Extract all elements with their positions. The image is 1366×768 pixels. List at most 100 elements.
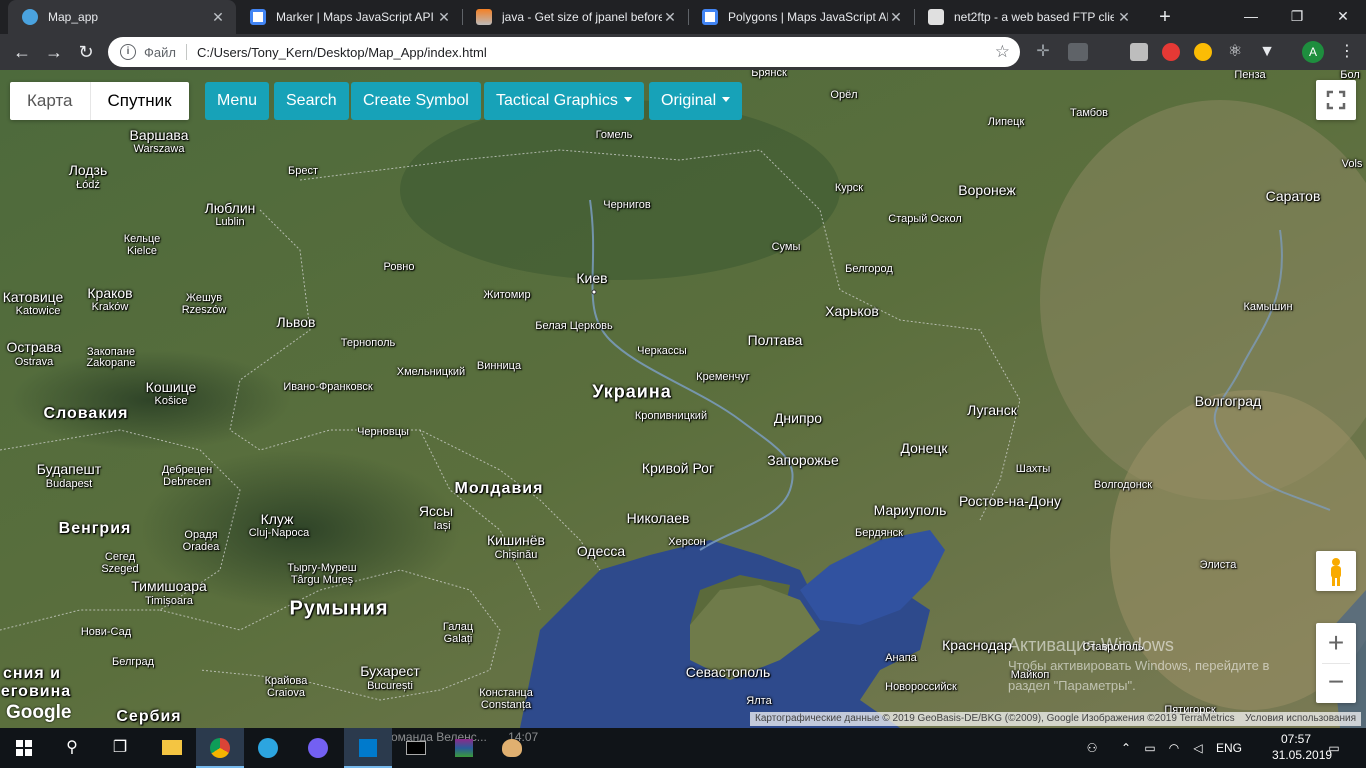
- system-clock[interactable]: 07:57 31.05.2019: [1272, 731, 1332, 763]
- extension-v-icon[interactable]: ▼: [1258, 43, 1276, 61]
- street-view-pegman-button[interactable]: [1316, 551, 1356, 591]
- people-icon[interactable]: ⚇: [1080, 728, 1104, 768]
- close-icon[interactable]: ✕: [888, 9, 904, 25]
- reload-icon[interactable]: ↻: [72, 38, 100, 66]
- tactical-graphics-dropdown[interactable]: Tactical Graphics: [484, 82, 644, 120]
- address-bar[interactable]: i Файл C:/Users/Tony_Kern/Desktop/Map_Ap…: [108, 37, 1020, 67]
- task-view-icon[interactable]: ❐: [96, 728, 144, 768]
- label-town: Тамбов: [1069, 107, 1109, 119]
- search-icon[interactable]: ⚲: [48, 728, 96, 768]
- label-town: Житомир: [483, 289, 531, 301]
- windows-logo-icon: [16, 740, 32, 756]
- restore-icon[interactable]: ❐: [1274, 0, 1320, 34]
- label-town: Волгодонск: [1093, 479, 1153, 491]
- label-town-latin: Constanța: [480, 699, 532, 711]
- tab-polygons[interactable]: Polygons | Maps JavaScript API ✕: [688, 0, 914, 34]
- windows-start-icon[interactable]: [0, 728, 48, 768]
- label-town: Белая Церковь: [535, 320, 613, 332]
- forward-arrow-icon[interactable]: →: [40, 38, 68, 66]
- close-window-icon[interactable]: ✕: [1320, 0, 1366, 34]
- wifi-icon[interactable]: ◠: [1164, 728, 1184, 768]
- label-city: Луганск: [967, 402, 1017, 418]
- label-city: Запорожье: [767, 452, 839, 468]
- map-type-map-button[interactable]: Карта: [10, 82, 90, 120]
- close-icon[interactable]: ✕: [1116, 9, 1132, 25]
- google-logo: Google: [6, 702, 72, 723]
- label-city: Бухарест: [360, 663, 420, 679]
- extension-gray-icon[interactable]: [1130, 43, 1148, 61]
- tab-title: Marker | Maps JavaScript API: [276, 10, 434, 24]
- extension-shield-icon[interactable]: [1162, 43, 1180, 61]
- label-city-latin: Lublin: [215, 216, 245, 228]
- map-canvas[interactable]: Украина Молдавия Румыния Словакия Венгри…: [0, 70, 1366, 728]
- label-city: Кельце: [123, 233, 161, 245]
- vscode-icon[interactable]: [344, 728, 392, 768]
- map-type-satellite-button[interactable]: Спутник: [89, 82, 189, 120]
- file-explorer-icon[interactable]: [148, 728, 196, 768]
- label-town: Гомель: [595, 129, 633, 141]
- volume-icon[interactable]: ◁: [1188, 728, 1208, 768]
- minimize-icon[interactable]: —: [1228, 0, 1274, 34]
- zoom-in-button[interactable]: +: [1316, 623, 1356, 663]
- label-serbia: Сербия: [116, 708, 182, 725]
- tab-net2ftp[interactable]: net2ftp - a web based FTP client ✕: [914, 0, 1142, 34]
- extension-atom-icon[interactable]: ⚛: [1226, 43, 1244, 61]
- menu-button[interactable]: Menu: [205, 82, 270, 120]
- extension-pen-icon[interactable]: [1068, 43, 1088, 61]
- fullscreen-button[interactable]: [1316, 80, 1356, 120]
- menu-kebab-icon[interactable]: ⋮: [1338, 43, 1356, 61]
- create-symbol-button[interactable]: Create Symbol: [351, 82, 481, 120]
- windows-activation-title: Активация Windows: [1008, 635, 1174, 655]
- stackoverflow-favicon-icon: [476, 9, 492, 25]
- viber-icon[interactable]: [294, 728, 342, 768]
- profile-avatar[interactable]: A: [1302, 41, 1324, 63]
- language-indicator[interactable]: ENG: [1212, 728, 1246, 768]
- paint-icon[interactable]: [488, 728, 536, 768]
- tab-stackoverflow[interactable]: java - Get size of jpanel before ✕: [462, 0, 688, 34]
- label-city: Николаев: [626, 510, 690, 526]
- chrome-taskbar-icon[interactable]: [196, 728, 244, 768]
- label-bosnia: сния и: [2, 665, 62, 682]
- label-city: Острава: [6, 339, 62, 355]
- map-attribution[interactable]: Картографические данные © 2019 GeoBasis-…: [750, 712, 1240, 726]
- label-city: Кривой Рог: [641, 460, 715, 476]
- tab-title: Map_app: [48, 10, 99, 24]
- pegman-icon: [1331, 558, 1341, 586]
- label-town-latin: Oradea: [182, 541, 220, 553]
- label-city: Киев: [576, 270, 608, 286]
- close-icon[interactable]: ✕: [662, 9, 678, 25]
- label-town: Бердянск: [855, 527, 903, 539]
- tab-title: Polygons | Maps JavaScript API: [728, 10, 888, 24]
- label-city: Одесса: [576, 543, 626, 559]
- tab-map-app[interactable]: Map_app ✕: [8, 0, 236, 34]
- back-arrow-icon[interactable]: ←: [8, 38, 36, 66]
- winrar-icon[interactable]: [440, 728, 488, 768]
- close-icon[interactable]: ✕: [436, 9, 452, 25]
- label-city: Будапешт: [36, 461, 102, 477]
- battery-icon[interactable]: ▭: [1140, 728, 1160, 768]
- terminal-icon[interactable]: [392, 728, 440, 768]
- label-town: Ялта: [746, 695, 772, 707]
- telegram-icon[interactable]: [244, 728, 292, 768]
- chevron-up-icon[interactable]: ⌃: [1116, 728, 1136, 768]
- terms-link[interactable]: Условия использования: [1240, 712, 1361, 726]
- windows-activation-text: раздел "Параметры".: [1008, 678, 1136, 693]
- bookmark-star-icon[interactable]: ☆: [995, 42, 1010, 62]
- info-icon[interactable]: i: [120, 44, 136, 60]
- url-text[interactable]: C:/Users/Tony_Kern/Desktop/Map_App/index…: [197, 45, 487, 60]
- zoom-out-button[interactable]: −: [1316, 663, 1356, 703]
- notification-icon[interactable]: ▭: [1322, 728, 1346, 768]
- extension-crosshair-icon[interactable]: ✛: [1034, 43, 1052, 61]
- label-town: Анапа: [885, 652, 917, 664]
- search-button[interactable]: Search: [274, 82, 349, 120]
- label-city: Ростов-на-Дону: [959, 493, 1061, 509]
- label-bosnia: еговина: [0, 683, 72, 700]
- label-town: Сумы: [771, 241, 801, 253]
- label-city: Донецк: [900, 440, 948, 456]
- tab-marker[interactable]: Marker | Maps JavaScript API ✕: [236, 0, 462, 34]
- original-dropdown[interactable]: Original: [649, 82, 743, 120]
- label-town: Кременчуг: [696, 371, 750, 383]
- extension-flower-icon[interactable]: [1194, 43, 1212, 61]
- close-icon[interactable]: ✕: [210, 9, 226, 25]
- new-tab-button[interactable]: +: [1152, 4, 1178, 30]
